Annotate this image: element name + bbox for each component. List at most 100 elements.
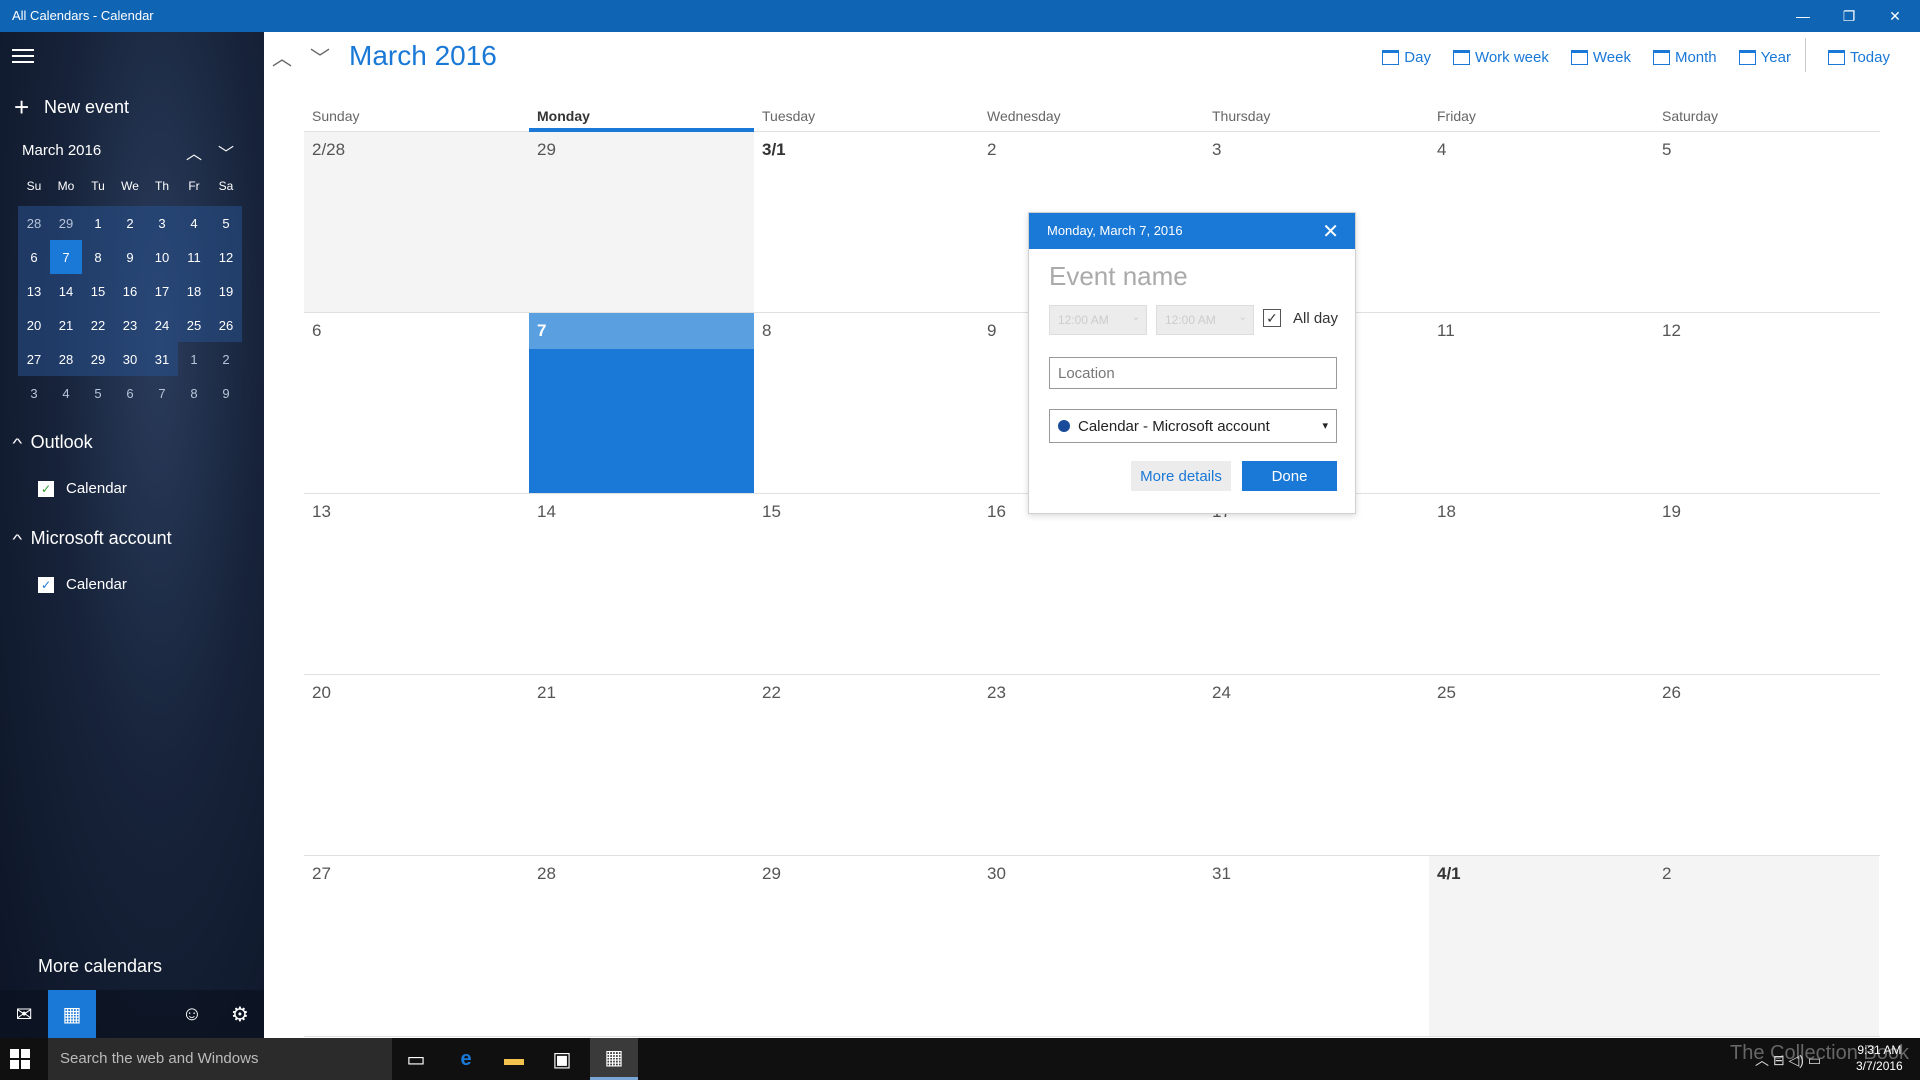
taskbar-search-input[interactable]: Search the web and Windows [48,1038,392,1080]
day-cell[interactable]: 2 [1654,856,1879,1036]
mini-day[interactable]: 11 [178,240,210,274]
mail-icon[interactable]: ✉ [0,990,48,1038]
calendar-toggle-outlook[interactable]: ✓ Calendar [38,480,127,497]
mini-day[interactable]: 3 [146,206,178,240]
mini-day[interactable]: 3 [18,376,50,410]
mini-day[interactable]: 14 [50,274,82,308]
day-cell[interactable]: 21 [529,675,754,855]
day-cell[interactable]: 14 [529,494,754,674]
day-cell[interactable]: 28 [529,856,754,1036]
checkbox-checked-icon[interactable]: ✓ [38,480,54,497]
system-tray-icons[interactable]: ︿ ⊟ ◁) ▭ [1755,1050,1821,1070]
restore-button[interactable]: ❐ [1826,0,1872,32]
previous-month-icon[interactable]: ︿ [272,42,292,71]
mini-day[interactable]: 1 [178,342,210,376]
day-cell[interactable]: 16 [979,494,1204,674]
day-cell-selected[interactable]: 7 [529,313,754,493]
done-button[interactable]: Done [1242,461,1337,491]
checkbox-checked-icon[interactable]: ✓ [38,576,54,593]
windows-start-icon[interactable] [10,1049,30,1069]
mini-day[interactable]: 29 [82,342,114,376]
view-year-button[interactable]: Year [1738,42,1791,72]
mini-day[interactable]: 15 [82,274,114,308]
day-cell[interactable]: 19 [1654,494,1879,674]
today-button[interactable]: Today [1827,42,1890,72]
file-explorer-icon[interactable]: ▬ [490,1038,538,1080]
mini-day[interactable]: 7 [146,376,178,410]
mini-day[interactable]: 21 [50,308,82,342]
mini-day[interactable]: 4 [50,376,82,410]
view-day-button[interactable]: Day [1382,42,1431,72]
end-time-select[interactable]: 12:00 AM ⌄ [1156,305,1254,335]
day-cell[interactable]: 17 [1204,494,1429,674]
day-cell[interactable]: 20 [304,675,529,855]
mini-day[interactable]: 26 [210,308,242,342]
mini-day[interactable]: 16 [114,274,146,308]
feedback-smiley-icon[interactable]: ☺ [168,990,216,1038]
mini-day[interactable]: 30 [114,342,146,376]
gear-icon[interactable]: ⚙ [216,990,264,1038]
mini-day[interactable]: 13 [18,274,50,308]
more-details-button[interactable]: More details [1131,461,1231,491]
mini-day[interactable]: 4 [178,206,210,240]
mini-day[interactable]: 27 [18,342,50,376]
mini-prev-month-icon[interactable]: ︿ [186,140,202,164]
mini-day[interactable]: 25 [178,308,210,342]
calendar-toggle-microsoft[interactable]: ✓ Calendar [38,576,127,593]
mini-day[interactable]: 2 [210,342,242,376]
close-window-button[interactable]: ✕ [1872,0,1918,32]
mini-next-month-icon[interactable]: ﹀ [218,140,234,164]
view-work-week-button[interactable]: Work week [1452,42,1549,72]
view-week-button[interactable]: Week [1570,42,1631,72]
day-cell[interactable]: 13 [304,494,529,674]
day-cell[interactable]: 27 [304,856,529,1036]
day-cell[interactable]: 2/28 [304,132,529,312]
mini-day[interactable]: 9 [114,240,146,274]
mini-day[interactable]: 22 [82,308,114,342]
mini-day[interactable]: 10 [146,240,178,274]
mini-day[interactable]: 17 [146,274,178,308]
day-cell[interactable]: 23 [979,675,1204,855]
day-cell[interactable]: 6 [304,313,529,493]
all-day-checkbox[interactable]: ✓ All day [1263,309,1338,327]
mini-day[interactable]: 31 [146,342,178,376]
edge-browser-icon[interactable]: e [442,1038,490,1080]
day-cell[interactable]: 4/1 [1429,856,1654,1036]
day-cell[interactable]: 3/1 [754,132,979,312]
calendar-taskbar-icon[interactable]: ▦ [590,1038,638,1080]
group-microsoft-account[interactable]: ^ Microsoft account [12,528,171,549]
group-outlook[interactable]: ^ Outlook [12,432,92,453]
mini-day[interactable]: 18 [178,274,210,308]
day-cell[interactable]: 5 [1654,132,1879,312]
next-month-icon[interactable]: ﹀ [310,42,330,71]
mini-day[interactable]: 23 [114,308,146,342]
checkmark-icon[interactable]: ✓ [1263,309,1281,327]
day-cell[interactable]: 29 [754,856,979,1036]
store-icon[interactable]: ▣ [538,1038,586,1080]
mini-day[interactable]: 6 [114,376,146,410]
mini-day[interactable]: 24 [146,308,178,342]
mini-day[interactable]: 9 [210,376,242,410]
day-cell[interactable]: 29 [529,132,754,312]
mini-day[interactable]: 8 [178,376,210,410]
task-view-icon[interactable]: ▭ [392,1038,440,1080]
mini-day[interactable]: 20 [18,308,50,342]
close-icon[interactable]: ✕ [1322,219,1339,244]
day-cell[interactable]: 31 [1204,856,1429,1036]
new-event-button[interactable]: + New event [14,92,129,123]
mini-day[interactable]: 12 [210,240,242,274]
day-cell[interactable]: 25 [1429,675,1654,855]
day-cell[interactable]: 15 [754,494,979,674]
calendar-select[interactable]: Calendar - Microsoft account ▾ [1049,409,1337,443]
mini-day[interactable]: 5 [210,206,242,240]
mini-day[interactable]: 8 [82,240,114,274]
location-input[interactable]: Location [1049,357,1337,389]
day-cell[interactable]: 30 [979,856,1204,1036]
mini-day-today[interactable]: 7 [50,240,82,274]
day-cell[interactable]: 24 [1204,675,1429,855]
taskbar-clock[interactable]: 9:31 AM 3/7/2016 [1856,1042,1903,1074]
day-cell[interactable]: 18 [1429,494,1654,674]
day-cell[interactable]: 4 [1429,132,1654,312]
mini-day[interactable]: 29 [50,206,82,240]
minimize-button[interactable]: — [1780,0,1826,32]
